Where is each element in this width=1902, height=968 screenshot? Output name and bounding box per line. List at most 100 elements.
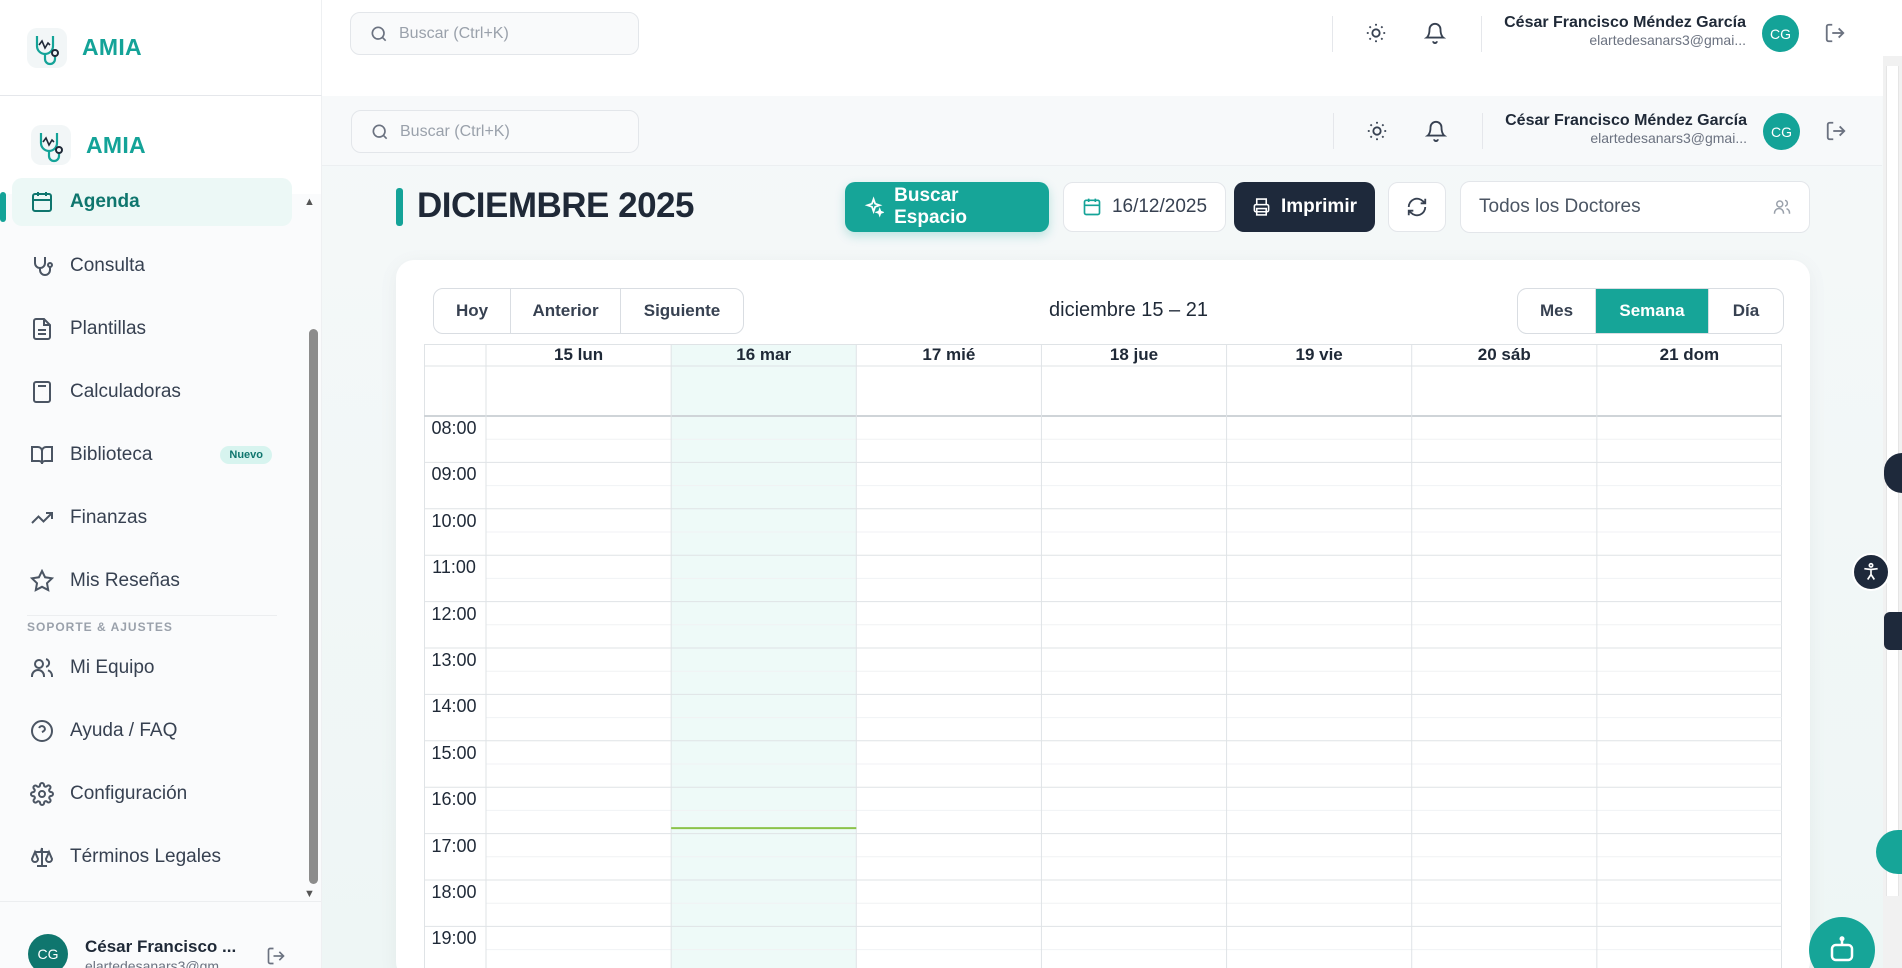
sidebar-item-mi-equipo[interactable]: Mi Equipo <box>12 643 292 693</box>
today-button[interactable]: Hoy <box>434 289 511 333</box>
sidebar-item-plantillas[interactable]: Plantillas <box>12 304 292 354</box>
sidebar-item-consulta[interactable]: Consulta <box>12 241 292 291</box>
search-placeholder: Buscar (Ctrl+K) <box>399 24 509 42</box>
sidebar-item-ayuda[interactable]: Ayuda / FAQ <box>12 706 292 756</box>
view-button-group: Mes Semana Día <box>1517 288 1784 334</box>
day-header[interactable]: 21 dom <box>1597 344 1782 366</box>
avatar[interactable]: CG <box>28 934 68 968</box>
day-header[interactable]: 20 sáb <box>1412 344 1597 366</box>
sidebar-item-agenda[interactable]: Agenda <box>12 178 292 226</box>
help-circle-icon <box>31 720 53 742</box>
stethoscope-logo-icon <box>31 125 71 165</box>
user-info[interactable]: César Francisco Méndez García elartedesa… <box>1492 112 1747 146</box>
sidebar-item-label: Calculadoras <box>70 381 181 402</box>
sidebar-item-calculadoras[interactable]: Calculadoras <box>12 367 292 417</box>
app-name: AMIA <box>86 131 146 158</box>
calendar-icon <box>1083 198 1101 216</box>
printer-icon <box>1253 198 1270 216</box>
scroll-down-arrow[interactable]: ▼ <box>304 888 315 900</box>
previous-button[interactable]: Anterior <box>511 289 621 333</box>
logout-button[interactable] <box>1821 116 1851 146</box>
page-title: DICIEMBRE 2025 <box>417 186 694 225</box>
user-email: elartedesanars3@gmai... <box>1589 32 1746 48</box>
view-month-button[interactable]: Mes <box>1518 289 1596 333</box>
sidebar-scrollbar[interactable] <box>309 329 318 884</box>
scroll-up-arrow[interactable]: ▲ <box>304 196 315 208</box>
app-name: AMIA <box>82 34 142 60</box>
sidebar-item-resenas[interactable]: Mis Reseñas <box>12 556 292 606</box>
sidebar-user[interactable]: CG César Francisco ... elartedesanars3@g… <box>0 901 321 968</box>
time-label: 10:00 <box>431 510 477 531</box>
sidebar-user-name: César Francisco ... <box>85 937 237 956</box>
book-open-icon <box>31 446 53 465</box>
day-header[interactable]: 16 mar <box>671 344 856 366</box>
calculator-icon <box>33 381 51 403</box>
day-header[interactable]: 17 mié <box>856 344 1041 366</box>
user-info[interactable]: César Francisco Méndez García elartedesa… <box>1490 14 1746 48</box>
app-logo[interactable]: AMIA <box>0 0 322 96</box>
stethoscope-icon <box>34 257 53 276</box>
search-input[interactable]: Buscar (Ctrl+K) <box>351 110 639 153</box>
date-value: 16/12/2025 <box>1111 196 1208 217</box>
avatar[interactable]: CG <box>1762 15 1799 52</box>
search-input[interactable]: Buscar (Ctrl+K) <box>350 12 639 55</box>
avatar[interactable]: CG <box>1763 113 1800 150</box>
scale-icon <box>30 847 54 867</box>
section-heading: SOPORTE & AJUSTES <box>27 620 173 634</box>
theme-toggle-button[interactable] <box>1361 18 1391 48</box>
grid-lines <box>424 344 1782 968</box>
search-icon <box>371 26 387 41</box>
find-slot-label: Buscar Espacio <box>894 185 967 228</box>
find-slot-button[interactable]: Buscar Espacio <box>845 182 1049 232</box>
date-picker[interactable]: 16/12/2025 <box>1063 182 1226 232</box>
divider <box>1332 16 1333 52</box>
star-icon <box>30 569 54 592</box>
logout-icon[interactable] <box>266 946 286 966</box>
sidebar-item-label: Agenda <box>70 191 140 212</box>
today-column-highlight <box>671 344 857 968</box>
print-button[interactable]: Imprimir <box>1234 182 1375 232</box>
divider <box>1482 113 1483 149</box>
accessibility-button[interactable] <box>1852 553 1890 591</box>
logout-icon <box>1826 121 1846 141</box>
sidebar-item-label: Términos Legales <box>70 846 222 867</box>
time-label: 11:00 <box>432 557 476 578</box>
logout-button[interactable] <box>1820 18 1850 48</box>
sun-icon <box>1367 121 1387 141</box>
time-label: 15:00 <box>431 742 477 763</box>
day-header[interactable]: 19 vie <box>1227 344 1412 366</box>
title-accent-bar <box>396 188 403 226</box>
robot-icon <box>1830 936 1854 962</box>
user-name: César Francisco Méndez García <box>1504 14 1746 31</box>
side-panel-tab[interactable] <box>1884 612 1902 650</box>
sidebar-item-label: Consulta <box>70 255 145 276</box>
stethoscope-logo-icon <box>27 27 67 68</box>
notifications-button[interactable] <box>1421 116 1451 146</box>
sidebar-item-terminos[interactable]: Términos Legales <box>12 832 292 882</box>
sidebar-user-email: elartedesanars3@gm... <box>85 958 231 968</box>
sidebar-item-label: Biblioteca <box>70 444 153 465</box>
day-header[interactable]: 18 jue <box>1041 344 1226 366</box>
gear-icon <box>30 782 54 806</box>
view-week-button[interactable]: Semana <box>1596 289 1709 333</box>
user-name: César Francisco Méndez García <box>1505 112 1747 129</box>
notifications-button[interactable] <box>1420 18 1450 48</box>
doctor-filter-select[interactable]: Todos los Doctores <box>1460 181 1810 233</box>
doctor-filter-value: Todos los Doctores <box>1479 196 1641 217</box>
view-day-button[interactable]: Día <box>1709 289 1783 333</box>
theme-toggle-button[interactable] <box>1362 116 1392 146</box>
sidebar-item-finanzas[interactable]: Finanzas <box>12 493 292 543</box>
next-button[interactable]: Siguiente <box>621 289 743 333</box>
sidebar-item-configuracion[interactable]: Configuración <box>12 769 292 819</box>
divider <box>1333 113 1334 149</box>
day-header[interactable]: 15 lun <box>486 344 671 366</box>
time-label: 18:00 <box>431 882 477 902</box>
sidebar-item-label: Mis Reseñas <box>70 570 180 591</box>
time-label: 16:00 <box>431 789 477 810</box>
sidebar-item-biblioteca[interactable]: Biblioteca Nuevo <box>12 430 292 480</box>
bell-icon <box>1425 121 1447 142</box>
time-label: 17:00 <box>431 835 477 856</box>
refresh-button[interactable] <box>1388 182 1446 232</box>
divider <box>1481 16 1482 52</box>
time-label: 12:00 <box>431 603 477 624</box>
